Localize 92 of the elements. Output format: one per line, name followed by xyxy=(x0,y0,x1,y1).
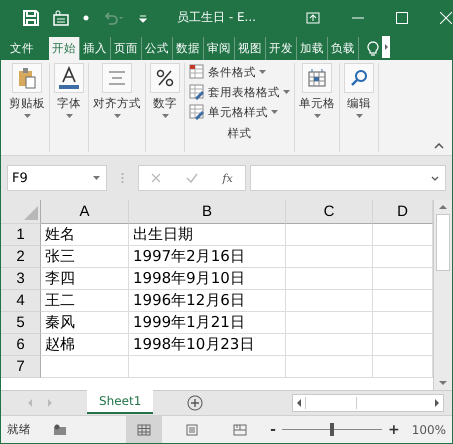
group-label: 对齐方式 xyxy=(93,96,141,111)
table-style-icon xyxy=(189,84,205,100)
dropdown-icon[interactable] xyxy=(114,114,120,118)
view-button[interactable] xyxy=(126,416,162,443)
row-header[interactable]: 6 xyxy=(1,334,41,356)
table-cell: 出生日期 xyxy=(129,224,286,246)
ribbon-icon-button[interactable] xyxy=(344,63,374,93)
dropdown-icon xyxy=(93,176,100,180)
table-cell: 1999年1月21日 xyxy=(129,312,286,334)
table-cell: 赵棉 xyxy=(41,334,129,356)
table-cell: 1998年10月23日 xyxy=(129,334,286,356)
name-box[interactable]: F9 xyxy=(7,165,107,191)
ribbon-icon-button[interactable] xyxy=(54,63,84,93)
group-label: 单元格 xyxy=(299,96,335,111)
lightbulb-icon[interactable] xyxy=(367,40,379,56)
row-header[interactable]: 5 xyxy=(1,312,41,334)
table-cell: 秦风 xyxy=(41,312,129,334)
style-menu-button[interactable]: 套用表格格式 xyxy=(189,83,290,101)
style-menu-button[interactable]: 条件格式 xyxy=(189,63,266,81)
vertical-scrollbar[interactable] xyxy=(433,200,452,390)
zoom-level[interactable]: 100% xyxy=(412,422,446,436)
save-icon[interactable] xyxy=(23,10,39,26)
table-cells-icon xyxy=(307,68,327,88)
ribbon-tab[interactable]: 文件 xyxy=(7,37,37,60)
table-cell: 张三 xyxy=(41,246,129,268)
font-color-icon xyxy=(58,66,80,90)
macro-record-icon[interactable] xyxy=(53,424,67,436)
table-cell: 王二 xyxy=(41,290,129,312)
page-icon xyxy=(185,424,200,436)
search-icon xyxy=(350,69,368,87)
horizontal-scrollbar[interactable] xyxy=(292,394,444,412)
add-sheet-icon[interactable] xyxy=(187,395,204,411)
collapse-ribbon-icon[interactable] xyxy=(434,143,444,149)
percent-icon xyxy=(156,69,174,87)
row-header[interactable]: 3 xyxy=(1,268,41,290)
row-header[interactable]: 4 xyxy=(1,290,41,312)
ribbon-icon-button[interactable] xyxy=(302,63,332,93)
column-header[interactable]: D xyxy=(373,200,433,224)
align-center-icon xyxy=(107,71,127,85)
table-cell: 1998年9月10日 xyxy=(129,268,286,290)
form-icon[interactable] xyxy=(53,10,69,26)
clipboard-icon xyxy=(17,67,37,89)
dropdown-icon[interactable] xyxy=(24,114,30,118)
grip-icon xyxy=(121,172,124,184)
status-text: 就绪 xyxy=(7,422,31,437)
page-break-icon xyxy=(233,424,248,436)
window-title: 员工生日 - E... xyxy=(177,9,256,26)
column-header[interactable]: B xyxy=(129,200,286,224)
insert-function-button[interactable]: fx xyxy=(222,172,233,184)
zoom-out-button[interactable]: - xyxy=(270,422,276,438)
table-style-icon xyxy=(189,64,205,80)
group-label: 编辑 xyxy=(347,96,371,111)
group-label: 剪贴板 xyxy=(9,96,45,111)
table-cell: 1996年12月6日 xyxy=(129,290,286,312)
row-header[interactable]: 2 xyxy=(1,246,41,268)
group-label: 字体 xyxy=(57,96,81,111)
dropdown-icon[interactable] xyxy=(66,114,72,118)
ribbon-icon-button[interactable] xyxy=(12,63,42,93)
dropdown-icon xyxy=(271,110,278,114)
column-header[interactable]: A xyxy=(41,200,129,224)
column-header[interactable]: C xyxy=(286,200,373,224)
maximize-icon[interactable] xyxy=(396,12,408,24)
row-header[interactable]: 7 xyxy=(1,356,41,378)
dropdown-icon[interactable] xyxy=(356,114,362,118)
dropdown-icon xyxy=(283,90,290,94)
dropdown-icon[interactable] xyxy=(162,114,168,118)
style-menu-button[interactable]: 单元格样式 xyxy=(189,103,278,121)
check-icon[interactable] xyxy=(186,173,198,183)
ribbon-tab[interactable]: 开始 xyxy=(49,37,80,60)
table-cell: 姓名 xyxy=(41,224,129,246)
minimize-icon[interactable] xyxy=(352,16,364,18)
table-cell: 李四 xyxy=(41,268,129,290)
ribbon-icon-button[interactable] xyxy=(150,63,180,93)
sheet-tab[interactable]: Sheet1 xyxy=(87,390,154,414)
ribbon-icon-button[interactable] xyxy=(102,63,132,93)
expand-icon[interactable] xyxy=(431,176,439,180)
ribbon-display-icon[interactable] xyxy=(306,12,320,24)
dot-icon xyxy=(83,14,89,20)
scroll-thumb[interactable] xyxy=(436,214,450,271)
scroll-right-icon[interactable] xyxy=(382,36,390,58)
formula-input[interactable] xyxy=(250,165,446,191)
close-icon[interactable] xyxy=(440,12,452,24)
table-cell: 1997年2月16日 xyxy=(129,246,286,268)
zoom-in-button[interactable]: + xyxy=(388,422,400,438)
row-header[interactable]: 1 xyxy=(1,224,41,246)
customize-icon[interactable] xyxy=(139,12,147,22)
grid-icon xyxy=(137,424,152,436)
table-style-icon xyxy=(189,104,205,120)
group-label: 样式 xyxy=(228,126,252,141)
dropdown-icon xyxy=(259,70,266,74)
dropdown-icon[interactable] xyxy=(314,114,320,118)
group-label: 数字 xyxy=(153,96,177,111)
